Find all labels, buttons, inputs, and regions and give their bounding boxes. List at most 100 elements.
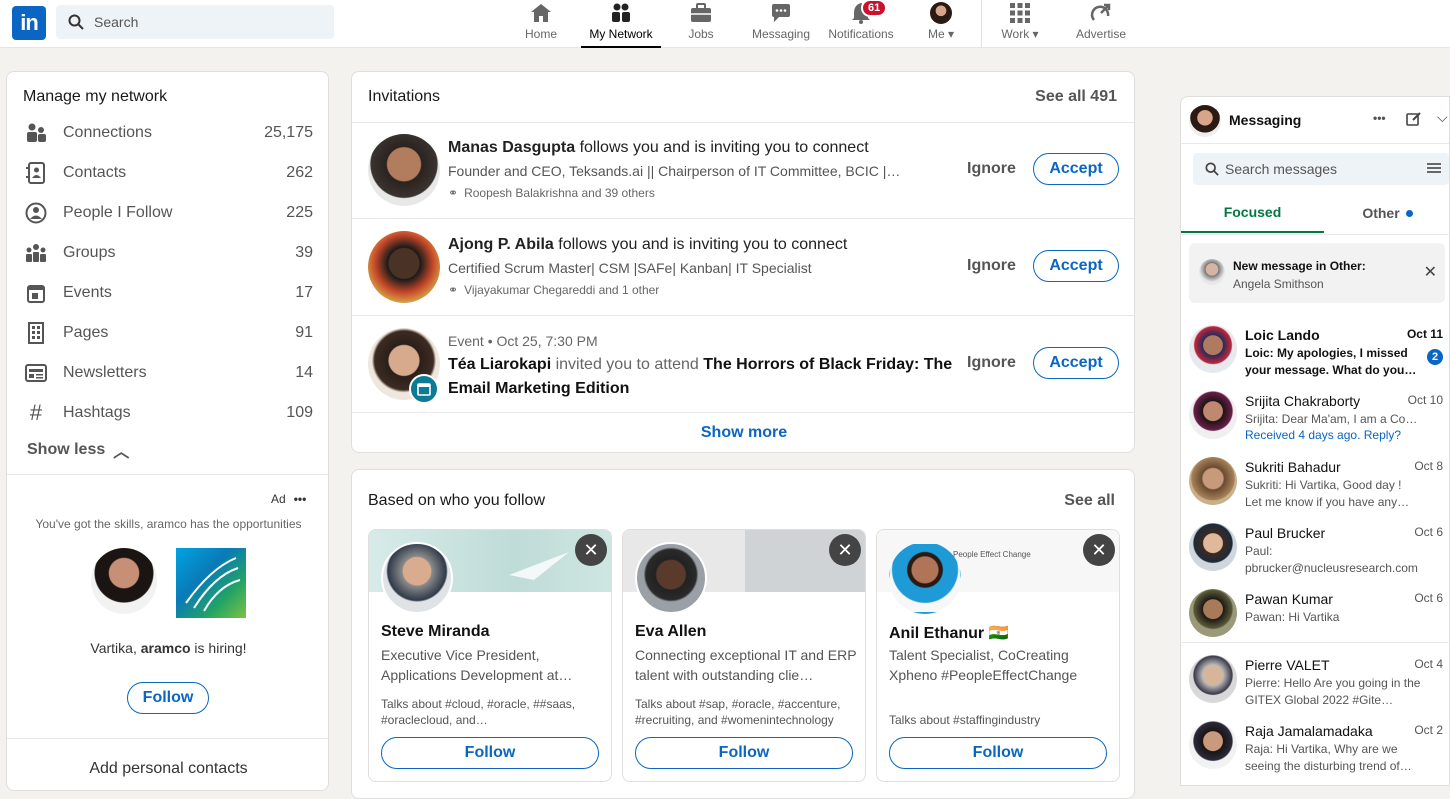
add-personal-contacts-title: Add personal contacts [89,760,248,777]
connections-icon [23,122,49,144]
notice-name: Angela Smithson [1233,277,1324,291]
sidebar-item-pages[interactable]: Pages 91 [23,313,313,353]
accept-button[interactable]: Accept [1033,347,1119,379]
accept-button[interactable]: Accept [1033,250,1119,282]
sidebar-item-label: Connections [63,124,152,141]
avatar[interactable] [1189,105,1221,137]
unread-dot [1405,209,1413,217]
invitation-name[interactable]: Ajong P. Abila [448,236,554,253]
nav-messaging-label: Messaging [751,27,811,41]
invitation-name[interactable]: Manas Dasgupta [448,139,575,156]
tab-focused[interactable]: Focused [1181,193,1324,233]
message-thread[interactable]: Paul Brucker Oct 6 Paul: pbrucker@nucleu… [1181,515,1450,581]
avatar[interactable] [368,231,440,303]
event-meta: Event • Oct 25, 7:30 PM [448,333,598,349]
linkedin-logo[interactable]: in [12,6,46,40]
avatar [1189,391,1237,439]
divider [352,412,1134,413]
nav-me[interactable]: Me ▾ [920,0,962,48]
nav-messaging[interactable]: Messaging [745,0,817,48]
event-invitation-item: Event • Oct 25, 7:30 PM Téa Liarokapi in… [352,317,1134,414]
dismiss-close-icon[interactable]: ✕ [1083,534,1115,566]
message-thread[interactable]: Sukriti Bahadur Oct 8 Sukriti: Hi Vartik… [1181,449,1450,515]
more-options-icon[interactable]: ••• [294,492,307,506]
more-options-icon[interactable]: ••• [1373,111,1386,125]
avatar [1189,325,1237,373]
nav-notifications[interactable]: 61 Notifications [822,0,900,48]
show-less-button[interactable]: Show less ︿ [27,438,129,462]
nav-my-network[interactable]: My Network [581,0,661,48]
invitation-name[interactable]: Téa Liarokapi [448,356,551,373]
follow-section-title: Based on who you follow [368,492,545,509]
sidebar-item-count: 91 [295,324,313,341]
message-thread[interactable]: Srijita Chakraborty Oct 10 Srijita: Dear… [1181,383,1450,449]
follow-button[interactable]: Follow [635,737,853,769]
follow-button[interactable]: Follow [889,737,1107,769]
search-input[interactable]: Search [56,5,334,39]
message-thread[interactable]: Pawan Kumar Oct 6 Pawan: Hi Vartika [1181,581,1450,647]
sidebar-item-label: Groups [63,244,116,261]
sidebar-item-count: 17 [295,284,313,301]
ignore-button[interactable]: Ignore [967,257,1016,275]
sidebar-item-events[interactable]: Events 17 [23,273,313,313]
thread-date: Oct 4 [1414,657,1443,671]
thread-preview: Sukriti: Hi Vartika, Good day ! Let me k… [1245,478,1410,509]
compose-icon[interactable] [1406,111,1422,132]
thread-name: Srijita Chakraborty [1245,393,1361,409]
dismiss-close-icon[interactable]: ✕ [575,534,607,566]
person-card[interactable]: ✕ Steve Miranda Executive Vice President… [368,529,612,782]
person-topics: Talks about #sap, #oracle, #accenture, #… [635,697,841,727]
person-card[interactable]: ✕ Eva Allen Connecting exceptional IT an… [622,529,866,782]
sidebar-item-label: Pages [63,324,109,341]
avatar [1189,457,1237,505]
sidebar-item-contacts[interactable]: Contacts 262 [23,153,313,193]
tab-other[interactable]: Other [1324,193,1450,233]
nav-jobs[interactable]: Jobs [680,0,722,48]
nav-home[interactable]: Home [516,0,566,48]
banner-text: People Effect Change [953,550,1031,559]
person-name: Steve Miranda [381,623,490,640]
ad-follow-button[interactable]: Follow [127,682,209,714]
message-thread[interactable]: Pierre VALET Oct 4 Pierre: Hello Are you… [1181,647,1450,713]
person-headline: Talent Specialist, CoCreating Xpheno #Pe… [889,647,1078,683]
avatar[interactable] [368,134,440,206]
avatar [1189,721,1237,769]
message-thread[interactable]: Raja Jamalamadaka Oct 2 Raja: Hi Vartika… [1181,713,1450,779]
avatar [889,542,961,614]
filter-icon[interactable] [1427,161,1441,178]
accept-button[interactable]: Accept [1033,153,1119,185]
see-all-follow-link[interactable]: See all [1064,492,1115,510]
thread-date: Oct 10 [1407,393,1443,407]
message-thread[interactable]: Loic Lando Oct 11 Loic: My apologies, I … [1181,317,1450,383]
nav-home-label: Home [524,27,557,41]
sidebar-item-count: 25,175 [264,124,313,141]
see-all-invitations-link[interactable]: See all 491 [1035,88,1117,106]
follow-button[interactable]: Follow [381,737,599,769]
based-on-follow-card: Based on who you follow See all ✕ Steve … [351,469,1135,799]
nav-advertise[interactable]: Advertise [1070,0,1132,48]
sidebar-item-label: Newsletters [63,364,147,381]
sidebar-item-people-i-follow[interactable]: People I Follow 225 [23,193,313,233]
search-placeholder: Search messages [1225,161,1338,177]
close-icon[interactable]: ✕ [1424,262,1437,282]
sidebar-item-connections[interactable]: Connections 25,175 [23,113,313,153]
sidebar-item-groups[interactable]: Groups 39 [23,233,313,273]
search-messages-input[interactable]: Search messages [1193,153,1449,185]
search-placeholder: Search [94,14,139,30]
dismiss-close-icon[interactable]: ✕ [829,534,861,566]
chevron-down-icon[interactable]: ⌵ [1437,109,1448,126]
manage-network-card: Manage my network Connections 25,175 Cont… [6,71,329,791]
notice-title: New message in Other: [1233,259,1366,273]
new-message-notice[interactable]: New message in Other: Angela Smithson ✕ [1189,243,1445,303]
sidebar-item-newsletters[interactable]: Newsletters 14 [23,353,313,393]
reply-prompt-link[interactable]: Received 4 days ago. Reply? [1245,428,1401,442]
chevron-down-icon: ▾ [1032,27,1039,41]
nav-jobs-label: Jobs [688,27,714,41]
messaging-title[interactable]: Messaging [1229,112,1301,128]
sidebar-item-hashtags[interactable]: # Hashtags 109 [23,393,313,433]
ignore-button[interactable]: Ignore [967,160,1016,178]
ignore-button[interactable]: Ignore [967,354,1016,372]
nav-work[interactable]: Work ▾ [996,0,1044,48]
show-more-button[interactable]: Show more [352,424,1134,442]
person-card[interactable]: People Effect Change ✕ Anil Ethanur 🇮🇳 T… [876,529,1120,782]
